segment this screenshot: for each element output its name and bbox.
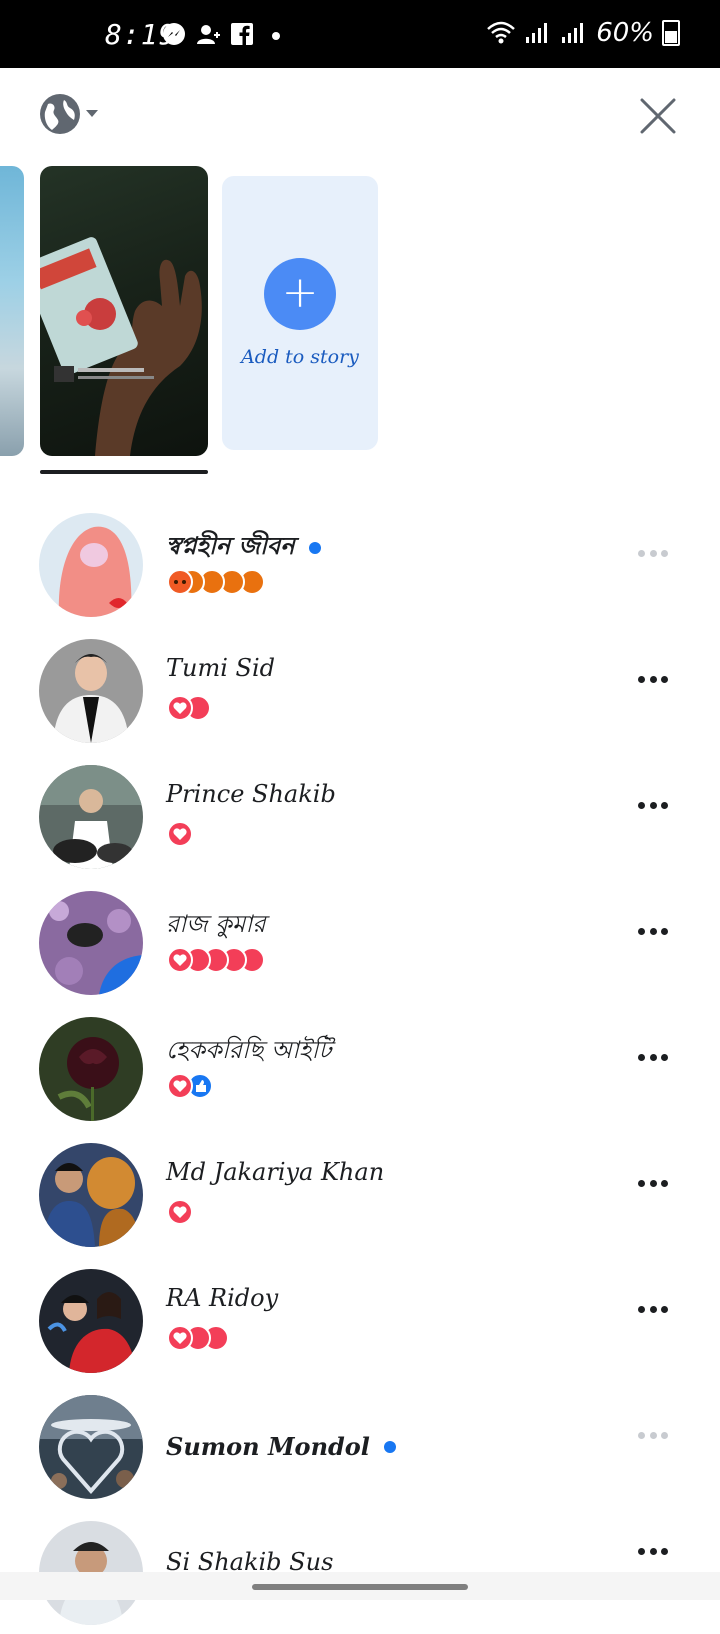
facebook-icon (231, 23, 253, 45)
avatar[interactable] (39, 1017, 143, 1121)
battery-icon (662, 20, 680, 46)
more-options-button[interactable] (638, 802, 668, 812)
avatar[interactable] (39, 513, 143, 617)
avatar[interactable] (39, 639, 143, 743)
system-navigation-bar (0, 1572, 720, 1600)
story-thumbnail-current[interactable] (40, 166, 208, 456)
wifi-icon (487, 21, 516, 44)
plus-icon[interactable]: + (264, 258, 336, 330)
dot-icon (272, 32, 280, 40)
list-item[interactable]: Si Shakib Sus (0, 1508, 720, 1634)
more-options-button[interactable] (638, 676, 668, 686)
avatar[interactable] (39, 1395, 143, 1499)
online-indicator (308, 542, 321, 554)
list-item[interactable]: Md Jakariya Khan (0, 1130, 720, 1256)
list-item[interactable]: স্বপ্নহীন জীবন (0, 500, 720, 626)
avatar[interactable] (39, 765, 143, 869)
viewer-name-line: Prince Shakib (166, 780, 336, 808)
current-story-indicator (40, 470, 208, 474)
more-options-button[interactable] (638, 1180, 668, 1190)
more-options-button[interactable] (638, 928, 668, 938)
list-item[interactable]: RA Ridoy (0, 1256, 720, 1382)
angry-reactions-icon (167, 569, 265, 595)
more-options-button[interactable] (638, 550, 668, 560)
list-item[interactable]: Tumi Sid (0, 626, 720, 752)
love-reaction-icon (167, 1199, 193, 1225)
list-item[interactable]: Sumon Mondol (0, 1382, 720, 1508)
list-item[interactable]: হেককরিছি আইটি (0, 1004, 720, 1130)
love-reactions-icon (167, 947, 265, 973)
viewer-name[interactable]: RA Ridoy (166, 1284, 278, 1312)
add-to-story-label: Add to story (241, 346, 359, 368)
more-options-button[interactable] (638, 1306, 668, 1316)
online-indicator (383, 1440, 396, 1453)
story-thumbnail-previous[interactable] (0, 166, 24, 456)
more-options-button[interactable] (638, 1054, 668, 1064)
viewer-name[interactable]: Prince Shakib (166, 780, 336, 808)
love-reactions-icon (167, 695, 211, 721)
signal-icon-2 (562, 23, 584, 43)
viewer-name-line: রাজ কুমার (166, 906, 266, 946)
viewer-name-line: Md Jakariya Khan (166, 1158, 384, 1186)
signal-icon (526, 23, 548, 43)
status-right: 60% (486, 18, 680, 48)
love-like-reactions-icon (167, 1073, 213, 1099)
viewer-name[interactable]: স্বপ্নহীন জীবন (166, 528, 295, 568)
battery-percent: 60% (596, 18, 654, 48)
more-options-button[interactable] (638, 1548, 668, 1558)
viewer-name[interactable]: Tumi Sid (166, 654, 275, 682)
avatar[interactable] (39, 1269, 143, 1373)
viewer-name-line: RA Ridoy (166, 1284, 278, 1312)
status-bar: 8:19 60% (0, 0, 720, 68)
viewer-name-line: Sumon Mondol (166, 1432, 396, 1461)
viewer-name-line: Tumi Sid (166, 654, 275, 682)
love-reaction-icon (167, 821, 193, 847)
status-notification-icons (162, 22, 288, 46)
list-item[interactable]: রাজ কুমার (0, 878, 720, 1004)
close-icon[interactable] (638, 96, 678, 136)
viewer-name[interactable]: Md Jakariya Khan (166, 1158, 384, 1186)
globe-icon[interactable] (38, 92, 82, 136)
viewer-name[interactable]: রাজ কুমার (166, 906, 266, 946)
list-item[interactable]: Prince Shakib (0, 752, 720, 878)
story-viewer-header (0, 68, 720, 164)
story-image (40, 237, 202, 456)
viewer-name-line: হেককরিছি আইটি (166, 1032, 331, 1072)
story-viewers-list: স্বপ্নহীন জীবন Tumi Sid Prince Shakib রা… (0, 500, 720, 1634)
stories-strip: + Add to story (0, 164, 720, 484)
love-reactions-icon (167, 1325, 229, 1351)
add-to-story-card[interactable]: + Add to story (222, 176, 378, 450)
messenger-icon (163, 23, 185, 45)
avatar[interactable] (39, 891, 143, 995)
privacy-dropdown-caret-icon[interactable] (86, 110, 98, 117)
viewer-name-line: স্বপ্নহীন জীবন (166, 528, 321, 568)
viewer-name[interactable]: হেককরিছি আইটি (166, 1032, 331, 1072)
home-gesture-handle[interactable] (252, 1584, 468, 1590)
viewer-name[interactable]: Sumon Mondol (166, 1432, 370, 1461)
more-options-button[interactable] (638, 1432, 668, 1442)
avatar[interactable] (39, 1143, 143, 1247)
add-friend-icon (197, 25, 220, 44)
